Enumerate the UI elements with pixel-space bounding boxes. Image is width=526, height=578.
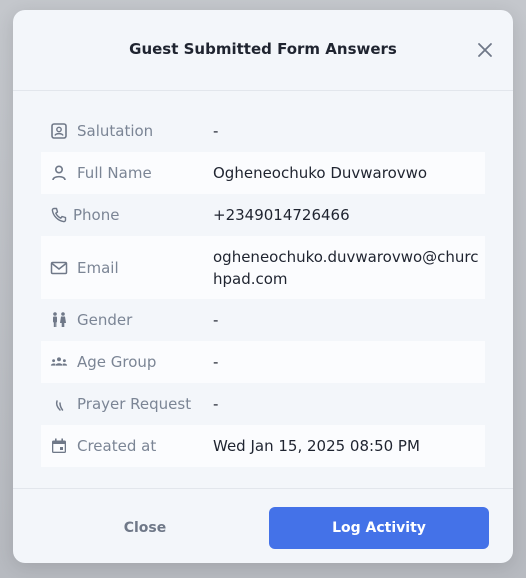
field-row-created-at: Created at Wed Jan 15, 2025 08:50 PM — [41, 425, 485, 467]
prayer-icon — [50, 395, 68, 413]
modal-title: Guest Submitted Form Answers — [129, 40, 397, 58]
field-row-salutation: Salutation - — [41, 110, 485, 152]
field-value: Ogheneochuko Duvwarovwo — [213, 164, 428, 182]
field-value: - — [213, 122, 219, 140]
field-value: - — [213, 353, 219, 371]
field-label: Email — [77, 258, 119, 277]
field-row-full-name: Full Name Ogheneochuko Duvwarovwo — [41, 152, 485, 194]
field-value: - — [213, 395, 219, 413]
field-row-phone: Phone +2349014726466 — [41, 194, 485, 236]
log-activity-button[interactable]: Log Activity — [269, 507, 489, 549]
field-value: - — [213, 311, 219, 329]
field-label: Phone — [73, 206, 120, 224]
group-icon — [50, 353, 68, 371]
field-label: Created at — [77, 437, 157, 455]
answers-list: Salutation - Full Name Ogheneochuko Duvw… — [41, 110, 485, 467]
gender-icon — [50, 311, 68, 329]
field-value: +2349014726466 — [213, 206, 350, 224]
modal-footer: Close Log Activity — [13, 488, 513, 563]
field-value: ogheneochuko.duvwarovwo@churchpad.com — [213, 247, 479, 288]
field-label: Full Name — [77, 164, 152, 182]
close-icon[interactable] — [475, 40, 495, 60]
calendar-icon — [50, 437, 68, 455]
field-row-prayer-request: Prayer Request - — [41, 383, 485, 425]
guest-form-modal: Guest Submitted Form Answers Salutation … — [13, 10, 513, 563]
mail-icon — [50, 259, 68, 277]
field-row-age-group: Age Group - — [41, 341, 485, 383]
field-label: Salutation — [77, 122, 154, 140]
field-row-email: Email ogheneochuko.duvwarovwo@churchpad.… — [41, 236, 485, 299]
modal-header: Guest Submitted Form Answers — [13, 10, 513, 91]
field-label: Gender — [77, 311, 133, 329]
id-badge-icon — [50, 122, 68, 140]
field-label: Prayer Request — [77, 395, 192, 413]
field-value: Wed Jan 15, 2025 08:50 PM — [213, 437, 420, 455]
phone-icon — [50, 206, 68, 224]
close-button[interactable]: Close — [85, 507, 205, 549]
field-row-gender: Gender - — [41, 299, 485, 341]
field-label: Age Group — [77, 353, 157, 371]
person-icon — [50, 164, 68, 182]
